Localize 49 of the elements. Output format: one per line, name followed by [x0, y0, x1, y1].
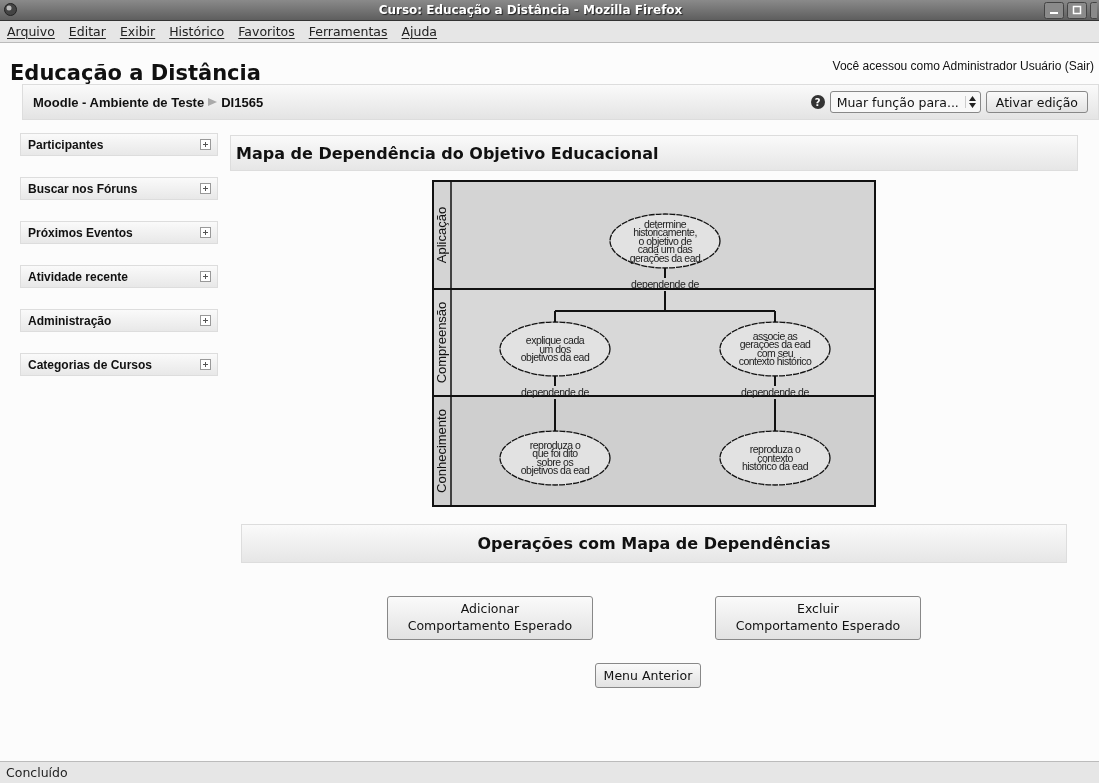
menu-item[interactable]: Histórico — [168, 24, 226, 39]
login-info: Você acessou como Administrador Usuário (Sair) — [832, 59, 1094, 73]
objective-node: determine historicamente, o objetivo de cada um das gerações da ead — [609, 213, 721, 269]
edge-label: dependende de — [521, 386, 589, 398]
objective-node: reproduza o que foi dito sobre os objetivos da ead — [499, 430, 611, 486]
action-button[interactable]: Adicionar Comportamento Esperado — [387, 596, 593, 640]
help-icon[interactable]: ? — [810, 95, 825, 109]
expand-icon[interactable] — [200, 359, 211, 370]
section-heading: Mapa de Dependência do Objetivo Educacional — [230, 135, 1078, 171]
edge-label: dependende de — [741, 386, 809, 398]
block-title: Buscar nos Fóruns — [28, 181, 138, 196]
level-label: Aplicação — [434, 206, 449, 264]
breadcrumb-separator-icon — [208, 98, 218, 106]
back-button[interactable]: Menu Anterior — [594, 663, 702, 688]
expand-icon[interactable] — [200, 139, 211, 150]
block-title: Participantes — [28, 137, 104, 152]
block-title: Atividade recente — [28, 269, 129, 284]
objective-node: explique cada um dos objetivos da ead — [499, 321, 611, 377]
expand-icon[interactable] — [200, 315, 211, 326]
site-title: Educação a Distância — [10, 61, 261, 85]
objective-node: associe as gerações da ead com seu contexto histórico — [719, 321, 831, 377]
up-down-arrows-icon — [968, 96, 976, 108]
menu-item[interactable]: Exibir — [118, 24, 157, 39]
action-button[interactable]: Excluir Comportamento Esperado — [715, 596, 921, 640]
edge-label: dependende de — [631, 278, 699, 290]
menu-item[interactable]: Editar — [67, 24, 107, 39]
level-label: Compreensão — [434, 301, 449, 384]
block-title: Próximos Eventos — [28, 225, 133, 240]
browser-globe-icon — [4, 2, 17, 16]
menu-item[interactable]: Ajuda — [400, 24, 439, 39]
expand-icon[interactable] — [200, 271, 211, 282]
edit-mode-button[interactable]: Ativar edição — [985, 91, 1088, 113]
maximize-button[interactable] — [1067, 1, 1087, 19]
status-text: Concluído — [6, 765, 68, 780]
role-select[interactable]: Muar função para... — [829, 91, 981, 113]
objective-node: reproduza o contexto histórico da ead — [719, 430, 831, 486]
section-heading: Operações com Mapa de Dependências — [241, 524, 1067, 563]
expand-icon[interactable] — [200, 227, 211, 238]
menu-item[interactable]: Arquivo — [6, 24, 56, 39]
menu-item[interactable]: Favoritos — [237, 24, 296, 39]
minimize-button[interactable] — [1044, 1, 1064, 19]
expand-icon[interactable] — [200, 183, 211, 194]
menu-item[interactable]: Ferramentas — [307, 24, 389, 39]
level-label: Conhecimento — [434, 409, 449, 493]
breadcrumb-link[interactable]: Moodle - Ambiente de Teste — [33, 94, 205, 110]
block-title: Administração — [28, 313, 112, 328]
block-title: Categorias de Cursos — [28, 357, 153, 372]
breadcrumb-link[interactable]: DI1565 — [221, 94, 264, 110]
window-title: Curso: Educação a Distância - Mozilla Firefox — [377, 3, 684, 17]
